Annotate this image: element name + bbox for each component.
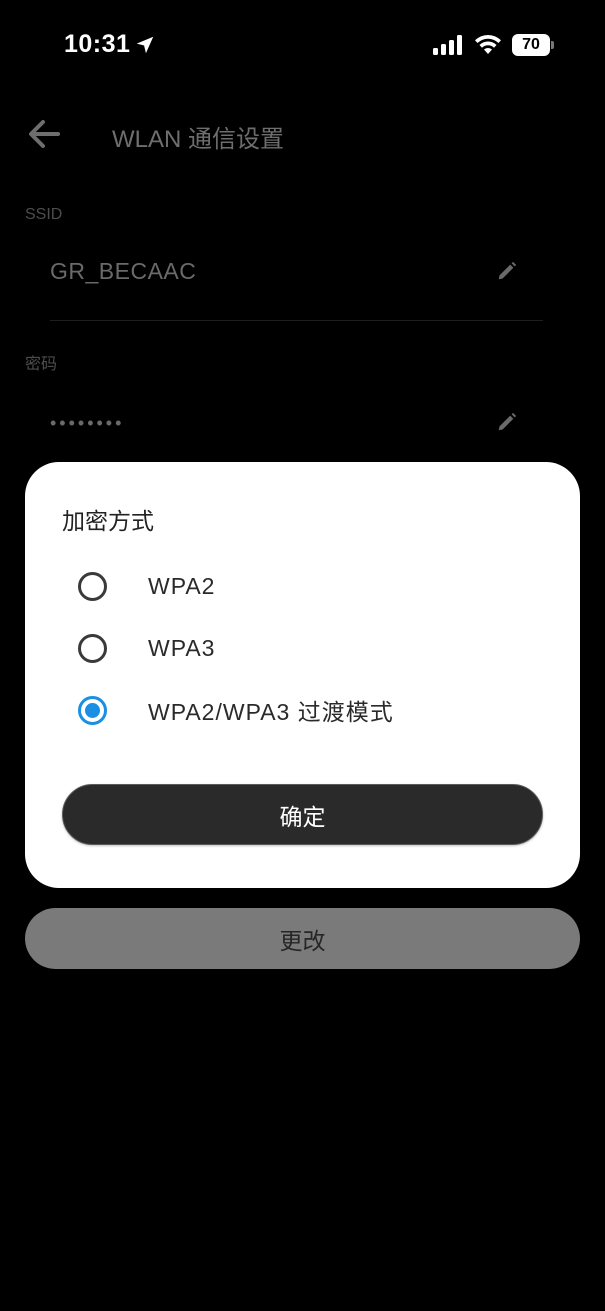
password-field[interactable]: ••••••••	[50, 413, 124, 434]
encryption-dialog: 加密方式 WPA2 WPA3 WPA2/WPA3 过渡模式 确定	[25, 462, 580, 888]
radio-unselected-icon[interactable]	[78, 633, 107, 663]
page-title: WLAN 通信设置	[112, 126, 285, 153]
option-label: WPA2	[148, 572, 216, 599]
option-label: WPA2/WPA3 过渡模式	[148, 699, 394, 725]
ssid-label: SSID	[25, 206, 63, 223]
dialog-title: 加密方式	[62, 508, 154, 534]
option-label: WPA3	[148, 634, 216, 661]
radio-unselected-icon[interactable]	[78, 571, 107, 601]
ssid-field[interactable]: GR_BECAAC	[50, 258, 196, 285]
change-button[interactable]: 更改	[25, 908, 580, 969]
radio-dot	[85, 702, 100, 718]
ssid-divider	[50, 320, 543, 321]
confirm-button[interactable]: 确定	[62, 784, 543, 845]
option-wpa2-wpa3-transition[interactable]: WPA2/WPA3 过渡模式	[62, 685, 542, 735]
arrow-left-icon[interactable]	[26, 116, 62, 152]
pencil-icon[interactable]	[496, 411, 518, 433]
pencil-icon[interactable]	[496, 260, 518, 282]
wlan-settings-screen: 10:31 70 WLAN 通信设置 SSID GR_BECAAC 密码 •••…	[0, 0, 605, 1311]
option-wpa2[interactable]: WPA2	[62, 561, 542, 611]
radio-selected-icon[interactable]	[78, 695, 107, 725]
option-wpa3[interactable]: WPA3	[62, 623, 542, 673]
password-label: 密码	[25, 356, 58, 373]
